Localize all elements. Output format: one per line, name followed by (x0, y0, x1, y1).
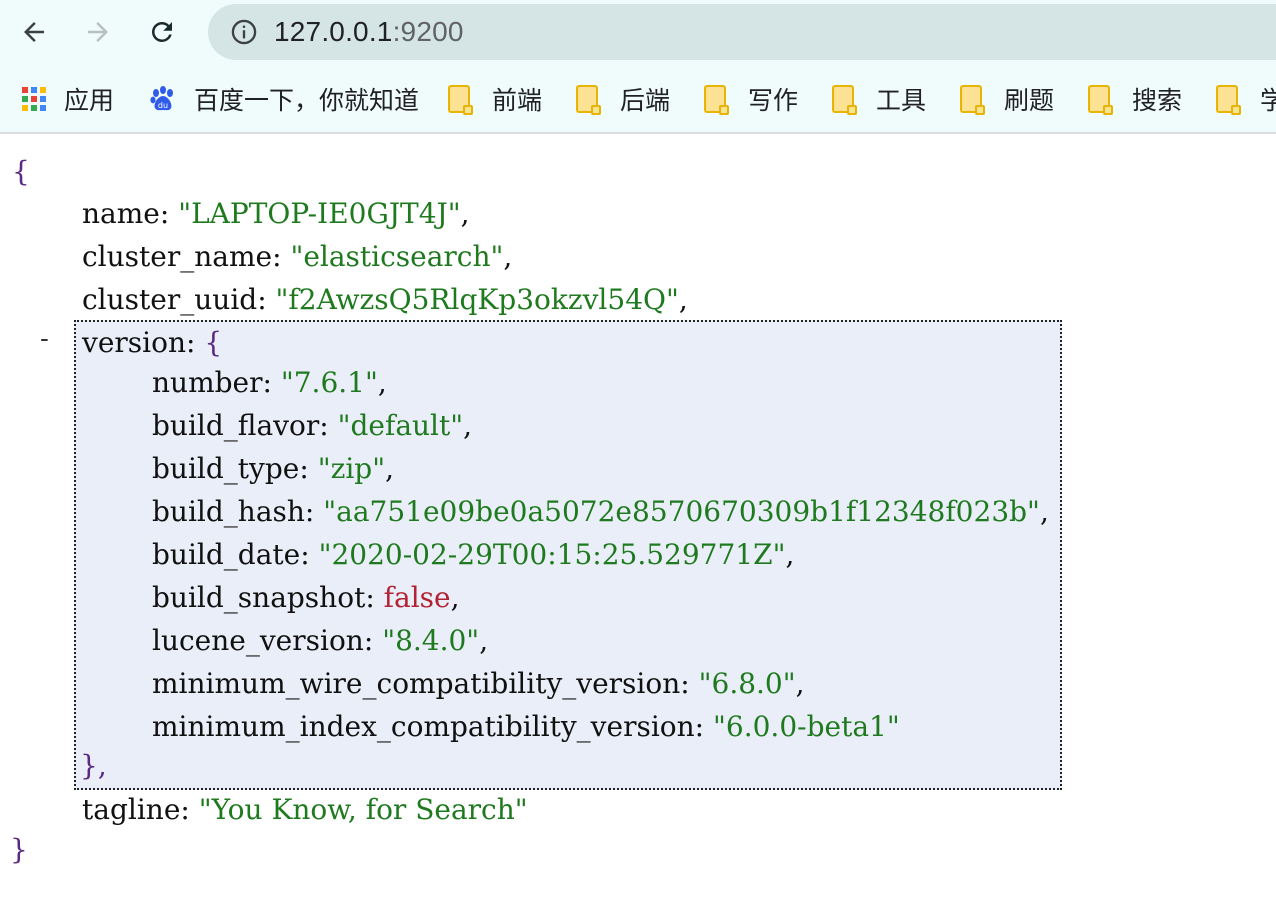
bookmark-label: 前端 (492, 86, 543, 115)
bookmark-folder-frontend[interactable]: 前端 (448, 82, 542, 116)
json-row-cluster-uuid: cluster_uuid: "f2AwzsQ5RlqKp3okzvl54Q", (82, 283, 688, 316)
apps-grid-icon (22, 87, 46, 111)
json-string-value: "8.4.0" (382, 624, 480, 657)
json-key: build_date (152, 538, 301, 571)
bookmark-label: 后端 (620, 86, 671, 115)
collapse-toggle[interactable]: - (40, 324, 49, 354)
json-key: minimum_wire_compatibility_version (152, 667, 681, 700)
json-string-value: "You Know, for Search" (198, 793, 528, 826)
json-string-value: "6.8.0" (698, 667, 796, 700)
folder-icon (1088, 85, 1113, 115)
bookmark-label: 百度一下，你就知道 (194, 86, 420, 115)
json-row-cluster-name: cluster_name: "elasticsearch", (82, 240, 513, 273)
json-row-version-field: minimum_index_compatibility_version: "6.… (152, 710, 900, 743)
json-key: build_hash (152, 495, 305, 528)
bookmarks-bar: 应用 du 百度一下，你就知道 前端 后端 写作 工具 刷题 搜索 学 (0, 66, 1276, 134)
bookmark-folder-writing[interactable]: 写作 (704, 82, 798, 116)
json-string-value: "f2AwzsQ5RlqKp3okzvl54Q" (275, 283, 679, 316)
root-open-brace: { (12, 155, 30, 188)
json-key: minimum_index_compatibility_version (152, 710, 695, 743)
url-port: :9200 (392, 16, 464, 47)
json-comma: , (795, 667, 805, 700)
folder-icon (960, 85, 985, 115)
reload-icon (152, 21, 172, 42)
json-key: version (82, 326, 186, 359)
bookmark-label: 应用 (64, 86, 115, 115)
json-string-value: "elasticsearch" (290, 240, 504, 273)
bookmark-label: 搜索 (1132, 86, 1183, 115)
version-open-brace: { (204, 326, 223, 359)
bookmark-label: 写作 (748, 86, 799, 115)
json-comma: , (463, 409, 473, 442)
json-string-value: "default" (337, 409, 464, 442)
browser-toolbar: 127.0.0.1:9200 (0, 0, 1276, 66)
json-key: lucene_version (152, 624, 364, 657)
bookmark-folder-practice[interactable]: 刷题 (960, 82, 1054, 116)
json-key: tagline (82, 793, 181, 826)
json-string-value: "LAPTOP-IE0GJT4J" (178, 197, 461, 230)
arrow-right-icon (88, 22, 108, 42)
root-close-brace: } (10, 833, 28, 866)
json-comma: , (385, 452, 394, 485)
json-key: build_flavor (152, 409, 320, 442)
json-comma: , (479, 624, 489, 657)
bookmark-folder-search[interactable]: 搜索 (1088, 82, 1182, 116)
bookmark-label: 学 (1260, 86, 1276, 115)
folder-icon (832, 85, 857, 115)
json-key: name (82, 197, 160, 230)
json-comma: , (785, 538, 795, 571)
bookmark-baidu[interactable]: du 百度一下，你就知道 (148, 82, 419, 116)
json-row-version-field: build_hash: "aa751e09be0a5072e8570670309… (152, 495, 1049, 528)
json-key: build_snapshot (152, 581, 366, 614)
bookmark-folder-backend[interactable]: 后端 (576, 82, 670, 116)
version-close-brace: }, (80, 749, 107, 782)
json-comma: , (1039, 495, 1049, 528)
json-row-version-field: minimum_wire_compatibility_version: "6.8… (152, 667, 805, 700)
back-button[interactable] (14, 12, 54, 52)
address-bar[interactable]: 127.0.0.1:9200 (208, 4, 1276, 60)
json-string-value: "2020-02-29T00:15:25.529771Z" (318, 538, 786, 571)
json-row-version: version: { (82, 326, 223, 359)
json-key: cluster_name (82, 240, 273, 273)
json-comma: , (377, 366, 387, 399)
json-row-version-field: number: "7.6.1", (152, 366, 387, 399)
bookmark-apps[interactable]: 应用 (22, 82, 114, 116)
url-text[interactable]: 127.0.0.1:9200 (274, 16, 464, 48)
json-row-version-field: build_flavor: "default", (152, 409, 473, 442)
json-string-value: "7.6.1" (280, 366, 378, 399)
bookmark-folder-tools[interactable]: 工具 (832, 82, 926, 116)
info-icon[interactable] (230, 18, 258, 46)
reload-button[interactable] (142, 12, 182, 52)
bookmark-label: 工具 (876, 86, 927, 115)
folder-icon (704, 85, 729, 115)
json-row-version-field: build_snapshot: false, (152, 581, 460, 614)
json-row-version-field: lucene_version: "8.4.0", (152, 624, 489, 657)
json-key: number (152, 366, 263, 399)
json-row-tagline: tagline: "You Know, for Search" (82, 793, 528, 826)
baidu-paw-icon: du (150, 86, 173, 111)
folder-icon (576, 85, 601, 115)
json-boolean-value: false (383, 581, 451, 614)
svg-text:du: du (158, 101, 168, 110)
forward-button[interactable] (78, 12, 118, 52)
arrow-left-icon (24, 22, 44, 42)
json-row-version-field: build_date: "2020-02-29T00:15:25.529771Z… (152, 538, 795, 571)
json-string-value: "6.0.0-beta1" (713, 710, 900, 743)
json-key: build_type (152, 452, 300, 485)
json-viewer: { name: "LAPTOP-IE0GJT4J", cluster_name:… (0, 134, 1276, 904)
bookmark-folder-study[interactable]: 学 (1216, 82, 1276, 116)
url-host: 127.0.0.1 (274, 16, 393, 47)
bookmark-label: 刷题 (1004, 86, 1055, 115)
json-row-version-field: build_type: "zip", (152, 452, 394, 485)
json-string-value: "aa751e09be0a5072e8570670309b1f12348f023… (323, 495, 1040, 528)
folder-icon (448, 85, 473, 115)
json-string-value: "zip" (317, 452, 386, 485)
folder-icon (1216, 85, 1241, 115)
json-comma: , (450, 581, 460, 614)
json-row-name: name: "LAPTOP-IE0GJT4J", (82, 197, 470, 230)
json-key: cluster_uuid (82, 283, 258, 316)
